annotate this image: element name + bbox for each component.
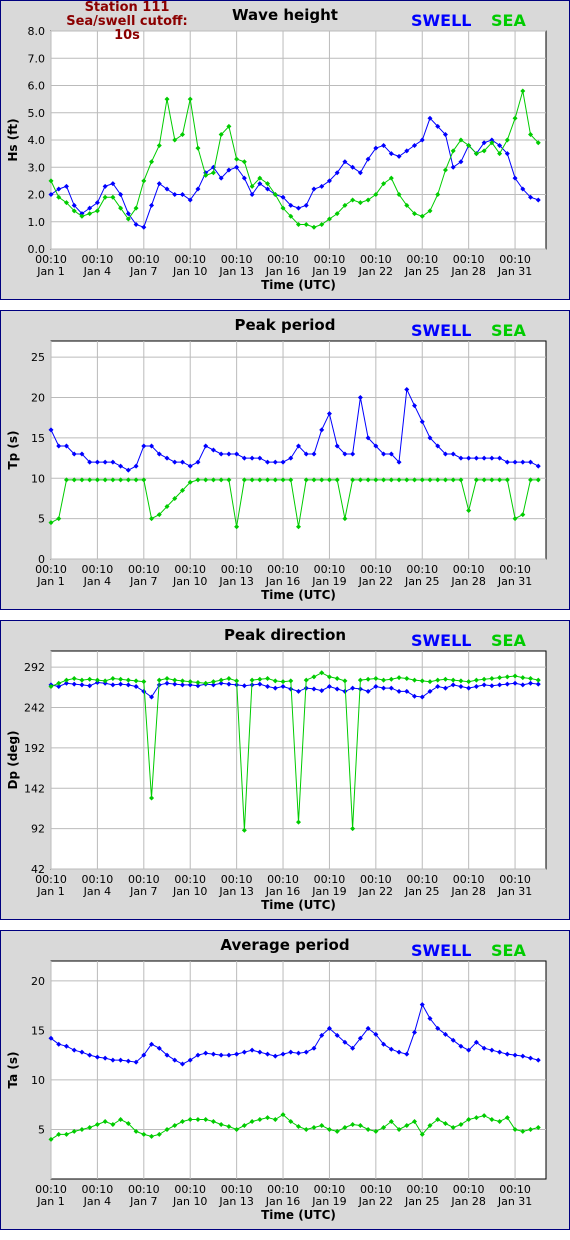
y-tick-label: 15 (31, 1024, 45, 1037)
x-tick-date: Jan 13 (218, 265, 253, 278)
x-tick-date: Jan 13 (218, 885, 253, 898)
y-tick-label: 10 (31, 472, 45, 485)
x-tick-date: Jan 1 (36, 575, 64, 588)
x-tick-date: Jan 1 (36, 265, 64, 278)
chart-average-period: 510152000:10Jan 100:10Jan 400:10Jan 700:… (6, 960, 547, 1222)
plot-area (50, 650, 547, 870)
legend-swell: SWELL (411, 321, 472, 340)
y-tick-label: 5.0 (28, 107, 46, 120)
x-tick-date: Jan 22 (358, 1195, 393, 1208)
x-tick-date: Jan 22 (358, 575, 393, 588)
x-tick-date: Jan 16 (265, 575, 300, 588)
x-axis-title: Time (UTC) (261, 588, 336, 602)
x-tick-date: Jan 22 (358, 265, 393, 278)
panel-wave-height: 0.0 1.0 2.0 3.0 4.0 5.0 6.0 7.0 8.0 00:10 Jan 1 00:… (0, 0, 570, 300)
chart-title: Peak direction (223, 626, 347, 644)
x-tick-date: Jan 1 (36, 885, 64, 898)
x-tick-date: Jan 25 (404, 1195, 439, 1208)
y-tick-label: 6.0 (28, 80, 46, 93)
legend-sea: SEA (491, 631, 526, 650)
x-tick-date: Jan 4 (83, 265, 111, 278)
x-axis-title: Time (UTC) (261, 1208, 336, 1222)
x-tick-date: Jan 13 (218, 575, 253, 588)
panel-average-period: 5 10 15 20 00:10 Jan 1 00:10 Jan 4 00:10 Jan 7 00:… (0, 930, 570, 1230)
y-tick-label: 2.0 (28, 189, 46, 202)
y-tick-label: 292 (24, 661, 45, 674)
y-tick-label: 7.0 (28, 52, 46, 65)
plot-area (50, 960, 547, 1180)
x-tick-date: Jan 28 (450, 575, 485, 588)
x-tick-date: Jan 25 (404, 265, 439, 278)
legend-swell: SWELL (411, 11, 472, 30)
x-tick-date: Jan 10 (172, 265, 207, 278)
x-tick-date: Jan 25 (404, 575, 439, 588)
y-tick-label: 20 (31, 392, 45, 405)
legend-sea: SEA (491, 321, 526, 340)
y-axis-title: Tp (s) (6, 430, 20, 469)
y-tick-label: 3.0 (28, 161, 46, 174)
chart-wave-height: 0.01.02.03.04.05.06.07.08.000:10Jan 100:… (6, 25, 547, 292)
chart-title: Wave height (232, 6, 338, 24)
x-tick-date: Jan 16 (265, 1195, 300, 1208)
x-tick-date: Jan 7 (129, 885, 157, 898)
x-tick-date: Jan 1 (36, 1195, 64, 1208)
chart-peak-direction: 429214219224229200:10Jan 100:10Jan 400:1… (6, 650, 547, 912)
y-tick-label: 242 (24, 702, 45, 715)
chart-title: Average period (220, 936, 350, 954)
x-tick-date: Jan 10 (172, 575, 207, 588)
y-tick-label: 5 (38, 1123, 45, 1136)
x-tick-date: Jan 25 (404, 885, 439, 898)
x-tick-date: Jan 28 (450, 885, 485, 898)
x-tick-date: Jan 19 (311, 575, 346, 588)
x-tick-date: Jan 31 (497, 265, 532, 278)
x-tick-date: Jan 4 (83, 885, 111, 898)
y-tick-label: 92 (31, 823, 45, 836)
x-tick-date: Jan 31 (497, 885, 532, 898)
x-tick-date: Jan 19 (311, 1195, 346, 1208)
x-tick-date: Jan 7 (129, 265, 157, 278)
x-tick-date: Jan 4 (83, 575, 111, 588)
panel-peak-direction: 42 92 142 192 242 292 00:10 Jan 1 00:10 Jan 4 00:1… (0, 620, 570, 920)
y-tick-label: 15 (31, 432, 45, 445)
x-tick-date: Jan 31 (497, 575, 532, 588)
y-tick-label: 10 (31, 1074, 45, 1087)
y-tick-label: 25 (31, 351, 45, 364)
y-tick-label: 142 (24, 782, 45, 795)
x-tick-date: Jan 13 (218, 1195, 253, 1208)
x-tick-date: Jan 19 (311, 885, 346, 898)
legend-sea: SEA (491, 941, 526, 960)
y-tick-label: 8.0 (28, 25, 46, 38)
y-axis-title: Dp (deg) (6, 730, 20, 789)
chart-peak-period: 051015202500:10Jan 100:10Jan 400:10Jan 7… (6, 340, 547, 602)
x-tick-date: Jan 7 (129, 575, 157, 588)
x-tick-date: Jan 28 (450, 1195, 485, 1208)
legend-swell: SWELL (411, 941, 472, 960)
legend-swell: SWELL (411, 631, 472, 650)
x-tick-date: Jan 7 (129, 1195, 157, 1208)
x-tick-date: Jan 10 (172, 885, 207, 898)
y-tick-label: 5 (38, 513, 45, 526)
panel-peak-period: 0 5 10 15 20 25 00:10 Jan 1 00:10 Jan 4 00:10 Jan 7… (0, 310, 570, 610)
y-tick-label: 1.0 (28, 216, 46, 229)
x-tick-date: Jan 22 (358, 885, 393, 898)
x-tick-date: Jan 10 (172, 1195, 207, 1208)
x-axis-title: Time (UTC) (261, 278, 336, 292)
x-tick-date: Jan 16 (265, 885, 300, 898)
legend-sea: SEA (491, 11, 526, 30)
y-tick-label: 4.0 (28, 134, 46, 147)
x-tick-date: Jan 31 (497, 1195, 532, 1208)
x-tick-date: Jan 4 (83, 1195, 111, 1208)
y-axis-title: Hs (ft) (6, 118, 20, 161)
y-tick-label: 20 (31, 975, 45, 988)
x-tick-date: Jan 16 (265, 265, 300, 278)
x-axis-title: Time (UTC) (261, 898, 336, 912)
chart-title: Peak period (234, 316, 336, 334)
x-tick-date: Jan 28 (450, 265, 485, 278)
y-tick-label: 192 (24, 742, 45, 755)
x-tick-date: Jan 19 (311, 265, 346, 278)
y-axis-title: Ta (s) (6, 1051, 20, 1088)
